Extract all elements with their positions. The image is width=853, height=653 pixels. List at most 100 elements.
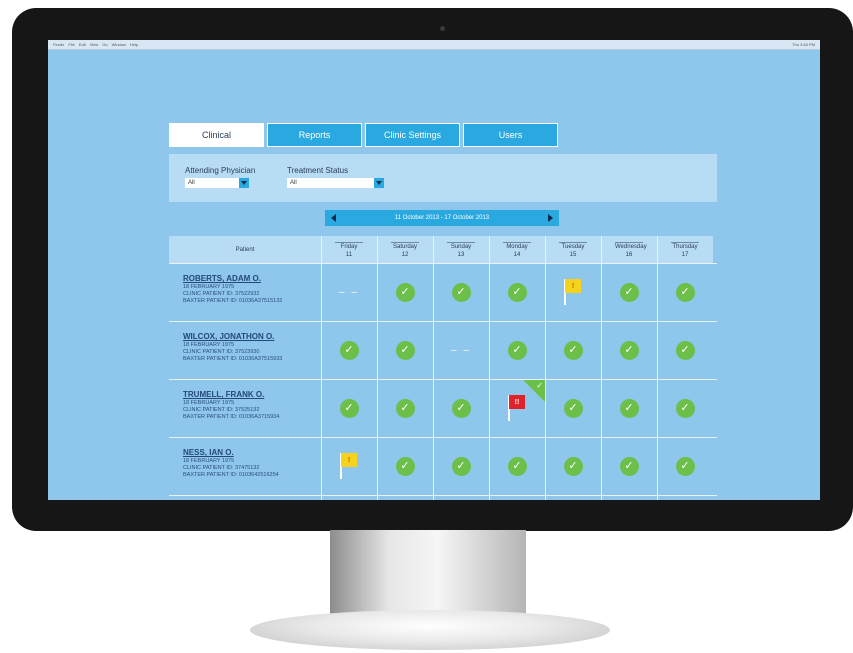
physician-select-value: All bbox=[188, 180, 195, 186]
next-week-icon[interactable] bbox=[543, 210, 559, 226]
status-select-value: All bbox=[290, 180, 297, 186]
status-cell[interactable]: ✓ bbox=[489, 438, 545, 494]
tab-reports[interactable]: Reports bbox=[267, 123, 362, 147]
status-cell[interactable]: ✓ bbox=[489, 264, 545, 320]
day-header-saturday: Saturday 12 bbox=[377, 236, 433, 263]
day-name: Friday bbox=[335, 242, 363, 251]
patient-name-link[interactable]: NESS, IAN O. bbox=[183, 448, 323, 457]
check-icon: ✓ bbox=[395, 282, 415, 302]
previous-week-icon[interactable] bbox=[325, 210, 341, 226]
status-cell[interactable]: ! bbox=[321, 438, 377, 494]
check-icon: ✓ bbox=[507, 456, 527, 476]
patient-dob: 18 FEBRUARY 1975 bbox=[183, 400, 235, 406]
status-cell[interactable]: – – bbox=[321, 264, 377, 320]
camera-icon bbox=[440, 26, 445, 31]
status-cell[interactable]: ! bbox=[545, 264, 601, 320]
check-icon: ✓ bbox=[507, 282, 527, 302]
check-icon: ✓ bbox=[619, 456, 639, 476]
menu-item-help[interactable]: Help bbox=[130, 42, 138, 47]
check-icon: ✓ bbox=[675, 340, 695, 360]
table-row: ROBERTS, ADAM O. 18 FEBRUARY 1975 CLINIC P… bbox=[183, 274, 323, 305]
check-icon: ✓ bbox=[675, 456, 695, 476]
tab-clinical[interactable]: Clinical bbox=[169, 123, 264, 147]
status-cell[interactable]: !! ✓ bbox=[489, 380, 545, 436]
check-icon: ✓ bbox=[395, 456, 415, 476]
check-icon: ✓ bbox=[339, 340, 359, 360]
physician-select[interactable]: All bbox=[185, 178, 249, 188]
status-cell[interactable]: ✓ bbox=[657, 322, 713, 378]
check-icon: ✓ bbox=[619, 282, 639, 302]
yellow-flag-icon: ! bbox=[562, 278, 584, 306]
chevron-down-icon[interactable] bbox=[374, 178, 384, 188]
menu-item-view[interactable]: View bbox=[90, 42, 99, 47]
status-cell[interactable]: – – bbox=[433, 322, 489, 378]
status-cell[interactable]: ✓ bbox=[377, 264, 433, 320]
status-cell[interactable]: ✓ bbox=[657, 380, 713, 436]
check-icon: ✓ bbox=[619, 398, 639, 418]
filter-panel: Attending Physician All Treatment Status… bbox=[169, 154, 717, 202]
status-select[interactable]: All bbox=[287, 178, 384, 188]
row-divider bbox=[169, 495, 717, 496]
patient-name-link[interactable]: WILCOX, JONATHON O. bbox=[183, 332, 323, 341]
day-header-wednesday: Wednesday 16 bbox=[601, 236, 657, 263]
status-cell[interactable]: ✓ bbox=[321, 380, 377, 436]
status-cell[interactable]: ✓ bbox=[545, 380, 601, 436]
status-cell[interactable]: ✓ bbox=[601, 380, 657, 436]
patient-header-label: Patient bbox=[235, 246, 255, 253]
flag-alert-mark: ! bbox=[341, 453, 357, 467]
patient-dob: 18 FEBRUARY 1975 bbox=[183, 284, 235, 290]
check-icon: ✓ bbox=[619, 340, 639, 360]
clinic-patient-id: CLINIC PATIENT ID: 37523930 bbox=[183, 349, 260, 355]
baxter-patient-id: BAXTER PATIENT ID: 01036A37515933 bbox=[183, 356, 283, 362]
status-cell[interactable]: ✓ bbox=[489, 322, 545, 378]
clinic-patient-id: CLINIC PATIENT ID: 37522932 bbox=[183, 291, 260, 297]
status-cell[interactable]: ✓ bbox=[657, 264, 713, 320]
check-icon: ✓ bbox=[563, 456, 583, 476]
day-header-sunday: Sunday 13 bbox=[433, 236, 489, 263]
status-cell[interactable]: ✓ bbox=[433, 438, 489, 494]
menu-status: Thu 3:45 PM bbox=[792, 42, 815, 47]
tab-users[interactable]: Users bbox=[463, 123, 558, 147]
tab-clinic-settings[interactable]: Clinic Settings bbox=[365, 123, 460, 147]
no-data-dash: – – bbox=[451, 344, 471, 356]
day-date: 16 bbox=[625, 252, 633, 258]
check-icon: ✓ bbox=[507, 340, 527, 360]
clinic-patient-id: CLINIC PATIENT ID: 37525132 bbox=[183, 407, 260, 413]
menu-item-go[interactable]: Go bbox=[102, 42, 107, 47]
day-name: Thursday bbox=[671, 242, 699, 250]
status-filter: Treatment Status All bbox=[287, 166, 384, 188]
chevron-down-icon[interactable] bbox=[239, 178, 249, 188]
status-cell[interactable]: ✓ bbox=[545, 438, 601, 494]
day-header-friday: Friday 11 bbox=[321, 236, 377, 263]
status-cell[interactable]: ✓ bbox=[433, 380, 489, 436]
patient-name-link[interactable]: ROBERTS, ADAM O. bbox=[183, 274, 323, 283]
status-cell[interactable]: ✓ bbox=[321, 322, 377, 378]
status-cell[interactable]: ✓ bbox=[377, 322, 433, 378]
status-cell[interactable]: ✓ bbox=[377, 380, 433, 436]
screen: Finder File Edit View Go Window Help Thu… bbox=[48, 40, 820, 500]
menu-bar: Finder File Edit View Go Window Help Thu… bbox=[48, 40, 820, 50]
day-name: Tuesday bbox=[559, 242, 587, 251]
menu-item-window[interactable]: Window bbox=[112, 42, 126, 47]
status-cell[interactable]: ✓ bbox=[601, 264, 657, 320]
flag-alert-mark: ! bbox=[565, 279, 581, 293]
status-cell[interactable]: ✓ bbox=[601, 438, 657, 494]
status-cell[interactable]: ✓ bbox=[433, 264, 489, 320]
baxter-patient-id: BAXTER PATIENT ID: 01036A3715934 bbox=[183, 414, 280, 420]
day-date: 15 bbox=[569, 252, 577, 258]
menu-item-finder[interactable]: Finder bbox=[53, 42, 64, 47]
patient-name-link[interactable]: TRUMELL, FRANK O. bbox=[183, 390, 323, 399]
check-icon: ✓ bbox=[395, 340, 415, 360]
clinic-patient-id: CLINIC PATIENT ID: 37475132 bbox=[183, 465, 260, 471]
physician-filter: Attending Physician All bbox=[185, 166, 255, 188]
check-icon: ✓ bbox=[395, 398, 415, 418]
day-date: 13 bbox=[457, 252, 465, 258]
menu-item-file[interactable]: File bbox=[68, 42, 74, 47]
status-cell[interactable]: ✓ bbox=[377, 438, 433, 494]
date-range-label: 11 October 2013 - 17 October 2013 bbox=[394, 215, 490, 221]
status-cell[interactable]: ✓ bbox=[601, 322, 657, 378]
status-filter-label: Treatment Status bbox=[287, 166, 349, 175]
status-cell[interactable]: ✓ bbox=[657, 438, 713, 494]
status-cell[interactable]: ✓ bbox=[545, 322, 601, 378]
menu-item-edit[interactable]: Edit bbox=[79, 42, 86, 47]
